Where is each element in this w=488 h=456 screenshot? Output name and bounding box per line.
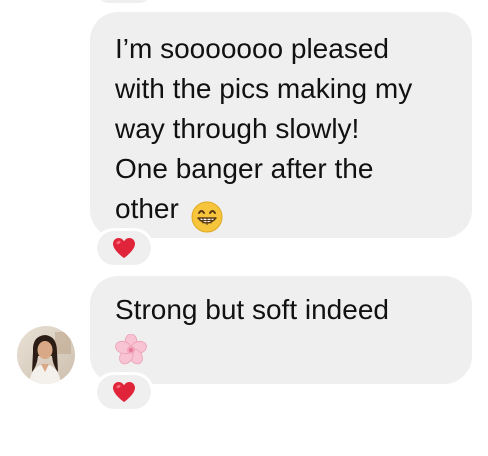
message-bubble-2[interactable]: Strong but soft indeed (90, 276, 472, 384)
message-1-line-1: I’m sooooooo pleased (115, 33, 389, 64)
sender-avatar[interactable] (17, 326, 75, 384)
cherry-blossom-icon (115, 334, 147, 366)
red-heart-icon (112, 237, 136, 259)
message-2-line-1: Strong but soft indeed (115, 294, 389, 325)
reaction-pill-message-1[interactable] (94, 228, 154, 268)
message-1-line-3: way through slowly! (115, 113, 360, 144)
message-1-line-5: other (115, 189, 223, 233)
message-bubble-1[interactable]: I’m sooooooo pleased with the pics makin… (90, 12, 472, 238)
message-1-line-4: One banger after the (115, 153, 374, 184)
grinning-face-icon (191, 195, 223, 233)
message-1-line-5-text: other (115, 193, 179, 224)
red-heart-icon (112, 381, 136, 403)
reaction-pill-message-2[interactable] (94, 372, 154, 412)
reaction-pill-previous[interactable] (94, 0, 154, 6)
message-1-line-2: with the pics making my (115, 73, 413, 104)
